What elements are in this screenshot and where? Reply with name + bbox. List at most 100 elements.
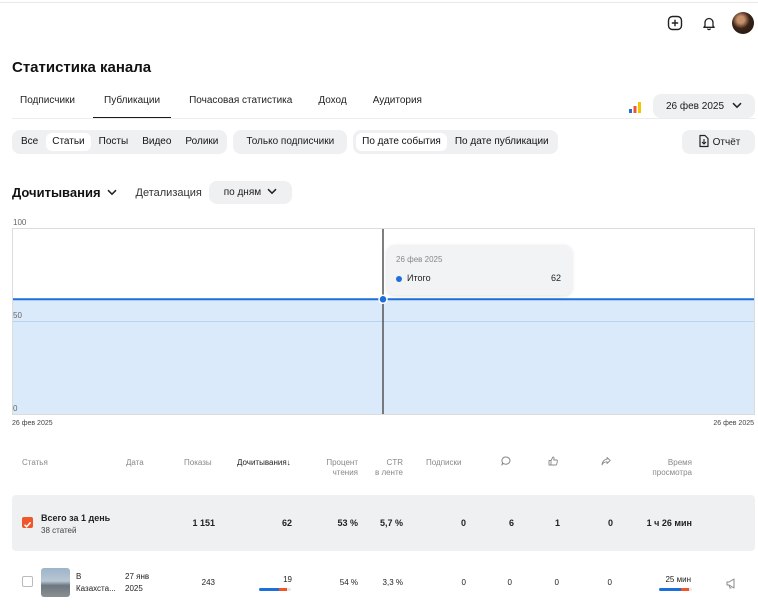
- header-view-time[interactable]: Время просмотра: [652, 458, 692, 478]
- top-border: [0, 2, 758, 3]
- reads-progress-fill-accent: [279, 588, 287, 591]
- summary-ctr: 5,7 %: [379, 518, 403, 528]
- reads-progress-fill: [259, 588, 279, 591]
- summary-read-percent: 53 %: [337, 518, 358, 528]
- avatar[interactable]: [732, 12, 754, 34]
- page-title: Статистика канала: [12, 59, 152, 76]
- header-ctr[interactable]: CTR в ленте: [366, 458, 403, 478]
- x-tick-start: 26 фев 2025: [12, 420, 53, 427]
- detail-label: Детализация: [135, 186, 202, 199]
- bar-chart-icon[interactable]: [629, 100, 641, 118]
- filter-posts[interactable]: Посты: [93, 133, 135, 151]
- comment-icon[interactable]: [501, 456, 511, 469]
- article-likes: 0: [554, 578, 559, 587]
- summary-view-time: 1 ч 26 мин: [646, 518, 692, 528]
- tooltip-series-value: 62: [550, 273, 561, 283]
- chevron-down-icon: [732, 101, 742, 112]
- filter-by-publication-date[interactable]: По дате публикации: [449, 133, 555, 151]
- y-tick-100: 100: [13, 218, 27, 227]
- check-icon: [23, 521, 32, 528]
- article-title-line1[interactable]: В: [76, 572, 81, 581]
- view-time-progress-fill-accent: [681, 588, 689, 591]
- chevron-down-icon[interactable]: [107, 189, 117, 196]
- filter-shorts[interactable]: Ролики: [179, 133, 224, 151]
- like-icon[interactable]: [548, 456, 558, 469]
- article-subscriptions: 0: [461, 578, 466, 587]
- header-article[interactable]: Статья: [22, 458, 48, 468]
- tooltip-series-dot: [396, 276, 402, 282]
- share-icon[interactable]: [601, 456, 611, 469]
- header-read-percent[interactable]: Процент чтения: [322, 458, 358, 478]
- header-ctr-line1: CTR: [386, 458, 403, 467]
- metric-selector[interactable]: Дочитывания: [12, 185, 101, 200]
- chart-area: [12, 228, 755, 415]
- header-view-time-line2: просмотра: [652, 468, 692, 477]
- tab-hourly-stats[interactable]: Почасовая статистика: [181, 93, 300, 119]
- summary-title: Всего за 1 день: [41, 513, 111, 523]
- filter-by-event-date[interactable]: По дате события: [356, 133, 447, 151]
- summary-comments: 6: [508, 518, 514, 528]
- add-icon[interactable]: [664, 12, 686, 34]
- article-date-line2: 2025: [125, 584, 143, 593]
- header-view-time-line1: Время: [667, 458, 692, 467]
- chevron-down-icon: [267, 187, 277, 198]
- report-icon: [697, 134, 711, 151]
- tab-income[interactable]: Доход: [310, 93, 354, 119]
- header-date[interactable]: Дата: [126, 458, 144, 468]
- summary-reads: 62: [281, 518, 292, 528]
- view-time-progress-bar: [659, 588, 692, 591]
- article-views: 243: [201, 578, 215, 587]
- chart-tooltip: 26 фев 2025 Итого 62: [387, 245, 572, 295]
- content-type-filter: Все Статьи Посты Видео Ролики: [12, 130, 228, 154]
- subscribers-only-toggle[interactable]: Только подписчики: [233, 130, 348, 154]
- header-views[interactable]: Показы: [184, 458, 212, 468]
- header-reads-label: Дочитывания: [237, 458, 287, 467]
- summary-checkbox[interactable]: [22, 517, 33, 528]
- reads-progress-bar: [259, 588, 291, 591]
- article-read-percent: 54 %: [339, 578, 358, 587]
- bell-icon[interactable]: [698, 12, 720, 34]
- y-tick-50: 50: [13, 311, 22, 320]
- tab-audience[interactable]: Аудитория: [365, 93, 430, 119]
- reads-chart: [13, 229, 754, 414]
- article-view-time: 25 мин: [665, 575, 691, 584]
- stats-tabs: Подписчики Публикации Почасовая статисти…: [12, 93, 430, 119]
- summary-subscriptions: 0: [460, 518, 466, 528]
- header-ctr-line2: в ленте: [374, 468, 403, 477]
- promote-icon[interactable]: [726, 576, 738, 594]
- row-checkbox[interactable]: [22, 576, 33, 587]
- view-time-progress-fill: [659, 588, 681, 591]
- tabs-divider: [12, 118, 755, 119]
- summary-subtitle: 38 статей: [41, 526, 77, 535]
- filters-bar: Все Статьи Посты Видео Ролики Только под…: [12, 130, 558, 154]
- tooltip-date: 26 фев 2025: [396, 255, 443, 264]
- tab-subscribers[interactable]: Подписчики: [12, 93, 83, 119]
- detail-select[interactable]: по дням: [208, 181, 292, 204]
- detail-select-value: по дням: [223, 187, 262, 198]
- filter-articles[interactable]: Статьи: [46, 133, 91, 151]
- article-thumbnail[interactable]: [41, 568, 70, 597]
- summary-shares: 0: [607, 518, 613, 528]
- summary-views: 1 151: [192, 518, 215, 528]
- filter-videos[interactable]: Видео: [136, 133, 177, 151]
- article-reads: 19: [283, 575, 292, 584]
- report-button[interactable]: Отчёт: [682, 130, 755, 154]
- summary-row: Всего за 1 день 38 статей 1 151 62 53 % …: [12, 495, 755, 551]
- data-point: [378, 294, 388, 305]
- header-read-percent-line2: чтения: [332, 468, 358, 477]
- date-mode-filter: По дате события По дате публикации: [353, 130, 558, 154]
- article-ctr: 3,3 %: [382, 578, 403, 587]
- article-comments: 0: [507, 578, 512, 587]
- metric-controls: Дочитывания Детализация по дням: [12, 181, 292, 204]
- article-title-line2[interactable]: Казахста...: [76, 584, 116, 593]
- report-button-label: Отчёт: [712, 136, 741, 148]
- date-picker-value: 26 фев 2025: [665, 100, 725, 112]
- article-shares: 0: [607, 578, 612, 587]
- date-picker[interactable]: 26 фев 2025: [653, 94, 755, 118]
- header-reads[interactable]: Дочитывания↓: [237, 458, 291, 468]
- tab-publications[interactable]: Публикации: [93, 93, 172, 119]
- x-tick-end: 26 фев 2025: [713, 420, 754, 427]
- header-subscriptions[interactable]: Подписки: [426, 458, 461, 468]
- filter-all[interactable]: Все: [15, 133, 44, 151]
- header-actions: [664, 12, 754, 34]
